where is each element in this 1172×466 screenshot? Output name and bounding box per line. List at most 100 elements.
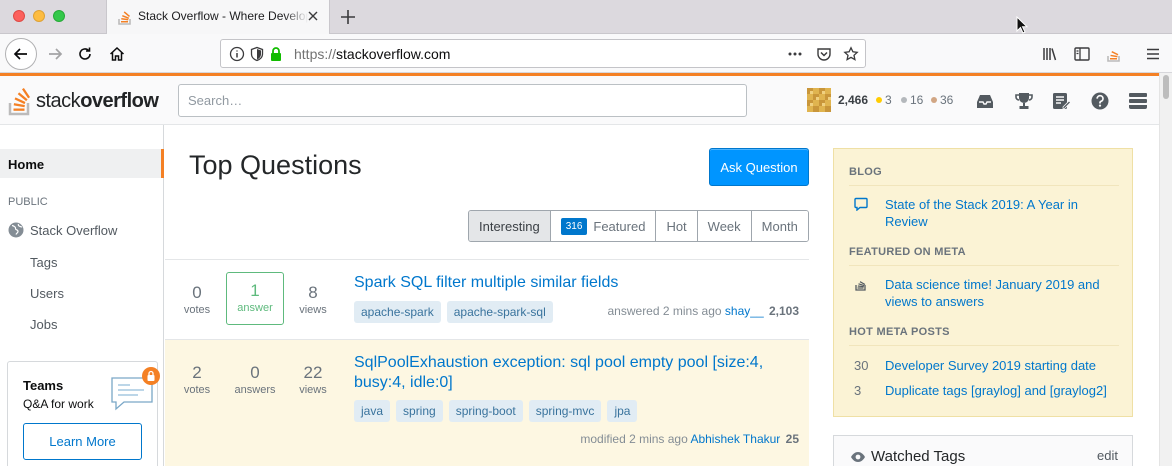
- tracking-shield-icon[interactable]: [249, 46, 265, 62]
- gold-badges: 3: [876, 93, 892, 107]
- teams-chat-illustration-icon: [111, 367, 160, 411]
- reputation: 2,466: [838, 93, 869, 107]
- search-input[interactable]: [178, 84, 747, 117]
- close-window-button[interactable]: [13, 10, 25, 22]
- blog-heading: BLOG: [849, 166, 882, 178]
- reload-button[interactable]: [71, 40, 99, 68]
- page-actions-icon[interactable]: [787, 46, 803, 62]
- tag-java[interactable]: java: [354, 400, 391, 422]
- info-icon[interactable]: [229, 46, 245, 62]
- back-button[interactable]: [5, 38, 37, 70]
- meta-stack-icon: [855, 281, 866, 291]
- featured-count-badge: 316: [560, 217, 588, 235]
- tab-featured[interactable]: 316 Featured: [549, 211, 656, 241]
- teams-subtitle: Q&A for work: [23, 397, 94, 411]
- help-icon[interactable]: [1089, 90, 1111, 112]
- question-tags: apache-spark apache-spark-sql: [354, 301, 553, 323]
- question-title-link[interactable]: Spark SQL filter multiple similar fields: [354, 273, 784, 293]
- meta-post-link[interactable]: Data science time! January 2019 and view…: [885, 276, 1121, 310]
- question-meta: answered 2 mins ago shay__ 2,103: [607, 304, 800, 318]
- tag-spring-mvc[interactable]: spring-mvc: [528, 400, 602, 422]
- sidebar-item-home[interactable]: Home: [0, 149, 164, 178]
- home-button[interactable]: [103, 40, 131, 68]
- tag-apache-spark-sql[interactable]: apache-spark-sql: [446, 301, 553, 323]
- avatar[interactable]: [807, 88, 831, 112]
- learn-more-button[interactable]: Learn More: [23, 423, 142, 460]
- review-queue-icon[interactable]: [1050, 90, 1072, 112]
- view-count: 8 views: [299, 283, 327, 316]
- tab-hot[interactable]: Hot: [655, 211, 697, 241]
- tag-spring-boot[interactable]: spring-boot: [448, 400, 523, 422]
- stackoverflow-favicon-icon: [118, 11, 131, 25]
- sidebar-item-jobs[interactable]: Jobs: [30, 317, 57, 332]
- sidebar-item-tags[interactable]: Tags: [30, 255, 57, 270]
- hot-post-link[interactable]: Duplicate tags [graylog] and [graylog2]: [885, 382, 1121, 399]
- tab-week[interactable]: Week: [696, 211, 751, 241]
- answer-count: 1 answer: [226, 272, 284, 325]
- menu-button[interactable]: [1139, 40, 1167, 68]
- question-tags: java spring spring-boot spring-mvc jpa: [354, 400, 638, 422]
- home-icon: [109, 46, 125, 61]
- sidebar-item-users[interactable]: Users: [30, 286, 64, 301]
- tab-month[interactable]: Month: [750, 211, 808, 241]
- hot-post-count: 3: [854, 383, 862, 398]
- divider: [849, 265, 1119, 266]
- teams-title: Teams: [23, 378, 64, 393]
- tab-interesting[interactable]: Interesting: [469, 211, 550, 241]
- edit-watched-tags-link[interactable]: edit: [1097, 448, 1118, 463]
- community-bulletin: BLOG State of the Stack 2019: A Year in …: [833, 148, 1133, 417]
- question-title-link[interactable]: SqlPoolExhaustion exception: sql pool em…: [354, 353, 784, 393]
- stackoverflow-logo-icon: [8, 87, 31, 116]
- library-icon: [1043, 48, 1057, 61]
- forward-button[interactable]: [41, 40, 69, 68]
- minimize-window-button[interactable]: [33, 10, 45, 22]
- pocket-icon[interactable]: [816, 46, 832, 62]
- question-filter-tabs: Interesting 316 Featured Hot Week Month: [468, 210, 809, 242]
- achievements-trophy-icon[interactable]: [1013, 90, 1035, 112]
- stackoverflow-logo[interactable]: stackoverflow: [8, 83, 163, 117]
- ask-question-button[interactable]: Ask Question: [709, 148, 809, 186]
- scrollbar-thumb[interactable]: [1163, 75, 1169, 99]
- tag-spring[interactable]: spring: [396, 400, 443, 422]
- bookmark-star-icon[interactable]: [843, 46, 859, 62]
- url-text[interactable]: https://stackoverflow.com: [294, 46, 450, 62]
- new-tab-icon[interactable]: [338, 7, 358, 27]
- tab-featured-label: Featured: [593, 218, 646, 234]
- url-bar[interactable]: https://stackoverflow.com: [220, 39, 866, 68]
- stackoverflow-extension-icon: [1107, 51, 1120, 62]
- user-reputation: 2,103: [768, 304, 799, 318]
- site-switcher-icon[interactable]: [1127, 90, 1149, 112]
- blog-post-link[interactable]: State of the Stack 2019: A Year in Revie…: [885, 196, 1121, 230]
- close-tab-icon[interactable]: [305, 8, 321, 24]
- sidebar-item-stack-overflow[interactable]: Stack Overflow: [8, 222, 117, 238]
- hot-post-count: 30: [854, 358, 869, 373]
- watched-tags-title: Watched Tags: [871, 448, 966, 465]
- watched-tags-panel: Watched Tags edit: [833, 435, 1133, 466]
- hot-post-link[interactable]: Developer Survey 2019 starting date: [885, 357, 1121, 374]
- tag-jpa[interactable]: jpa: [607, 400, 638, 422]
- vote-count: 2 votes: [183, 363, 211, 396]
- page-scrollbar[interactable]: [1159, 73, 1172, 466]
- reload-icon: [79, 47, 91, 60]
- silver-badges: 16: [901, 93, 923, 107]
- question-row: 2 votes 0 answers 22 views SqlPoolExhaus…: [165, 339, 809, 466]
- browser-tab[interactable]: Stack Overflow - Where Developers Learn,…: [106, 0, 330, 34]
- inbox-icon[interactable]: [974, 90, 996, 112]
- sidebar-icon: [1074, 47, 1090, 61]
- eye-icon: [851, 452, 865, 462]
- user-link[interactable]: Abhishek Thakur: [690, 432, 780, 446]
- lock-icon[interactable]: [268, 46, 284, 62]
- sidebar-item-stack-overflow-label: Stack Overflow: [30, 222, 118, 238]
- library-button[interactable]: [1036, 40, 1064, 68]
- sidebar-toggle-button[interactable]: [1068, 40, 1096, 68]
- vote-count: 0 votes: [183, 283, 211, 316]
- stackoverflow-extension-button[interactable]: [1100, 40, 1128, 68]
- browser-tab-bar: Stack Overflow - Where Developers Learn,…: [0, 0, 1172, 34]
- tab-title: Stack Overflow - Where Developers Learn,…: [138, 9, 308, 23]
- tag-apache-spark[interactable]: apache-spark: [354, 301, 441, 323]
- page-title: Top Questions: [189, 150, 362, 180]
- logo-wordmark: stackoverflow: [36, 90, 159, 112]
- zoom-window-button[interactable]: [53, 10, 65, 22]
- user-link[interactable]: shay__: [725, 304, 764, 318]
- site-header: stackoverflow 2,466 3 16 36: [0, 76, 1159, 125]
